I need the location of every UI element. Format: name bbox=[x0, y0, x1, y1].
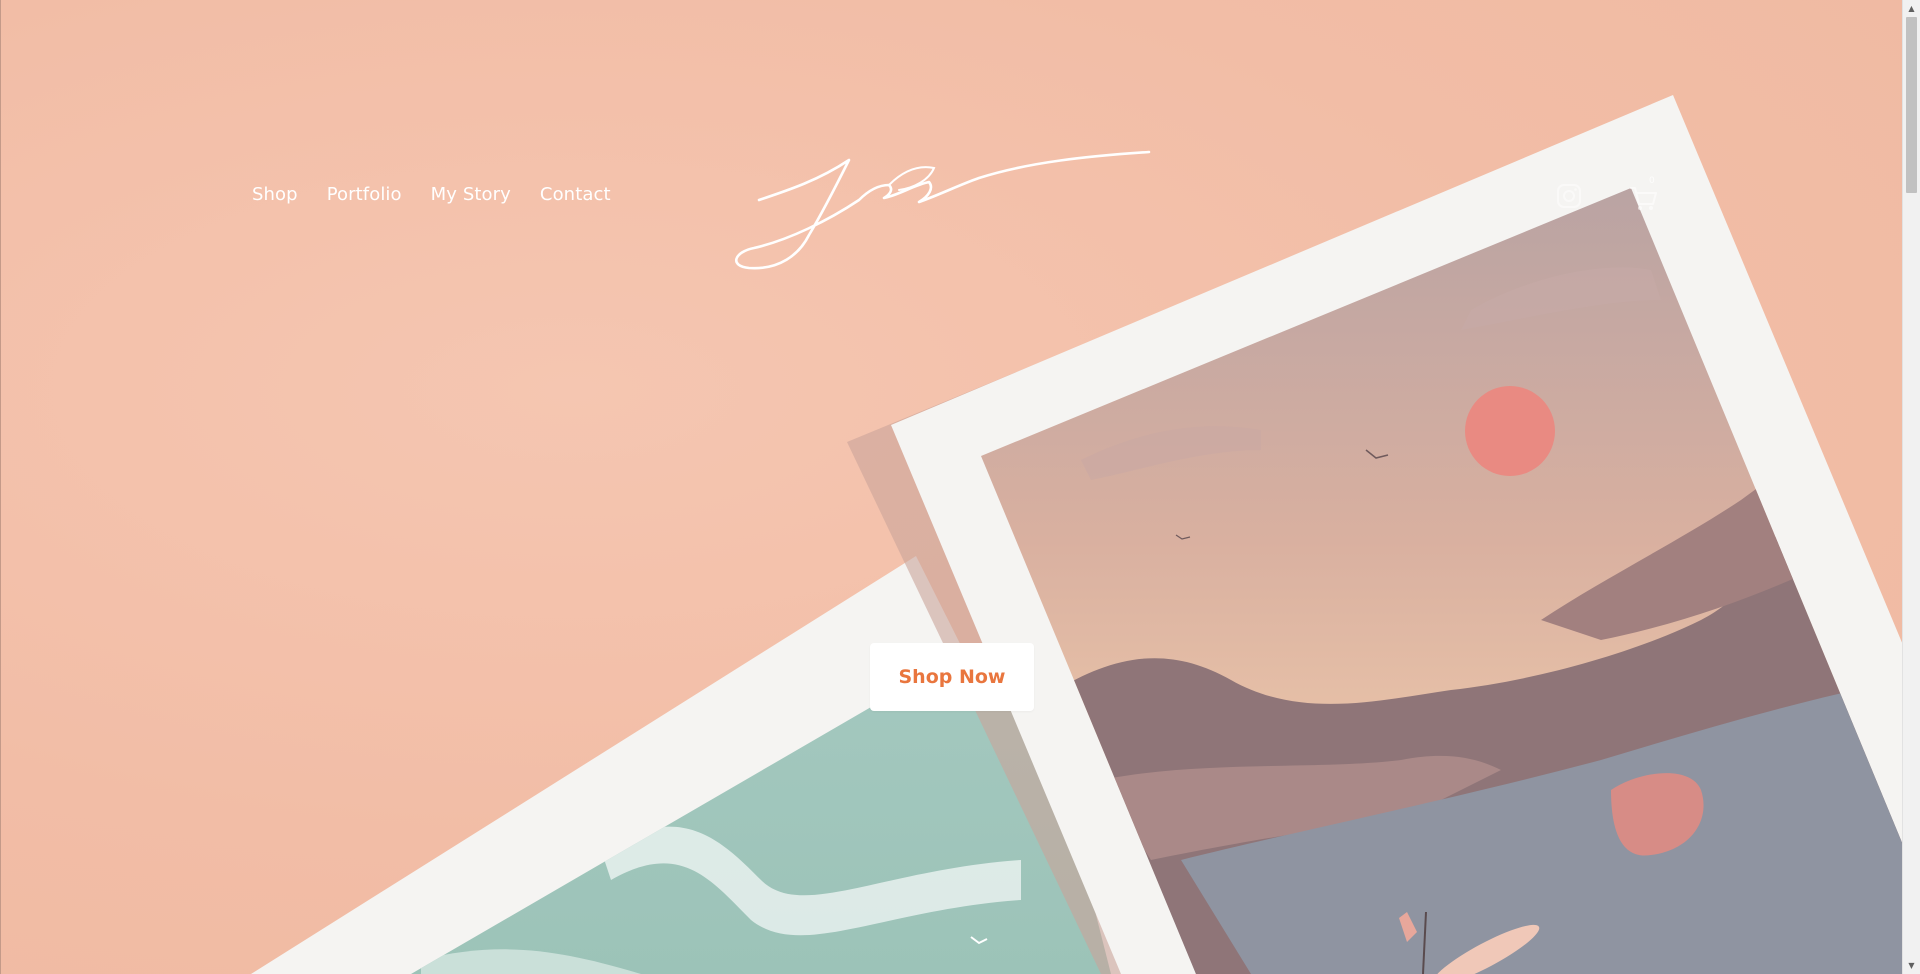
nav-item-my-story[interactable]: My Story bbox=[431, 184, 511, 205]
cart-count-badge: 0 bbox=[1649, 176, 1655, 186]
scroll-down-arrow-icon[interactable]: ▼ bbox=[1903, 957, 1920, 974]
nav-item-portfolio[interactable]: Portfolio bbox=[327, 184, 402, 205]
scroll-up-arrow-icon[interactable]: ▲ bbox=[1903, 0, 1920, 17]
nav-item-shop[interactable]: Shop bbox=[252, 184, 298, 205]
vertical-scrollbar[interactable]: ▲ ▼ bbox=[1902, 0, 1920, 974]
scroll-thumb[interactable] bbox=[1906, 17, 1917, 193]
shop-now-button[interactable]: Shop Now bbox=[870, 643, 1034, 711]
signature-logo[interactable] bbox=[729, 140, 1169, 280]
nav-item-contact[interactable]: Contact bbox=[540, 184, 611, 205]
page: Shop Portfolio My Story Contact 0 Shop N… bbox=[0, 0, 1903, 974]
main-nav: Shop Portfolio My Story Contact bbox=[252, 184, 611, 205]
instagram-icon[interactable] bbox=[1556, 183, 1582, 209]
